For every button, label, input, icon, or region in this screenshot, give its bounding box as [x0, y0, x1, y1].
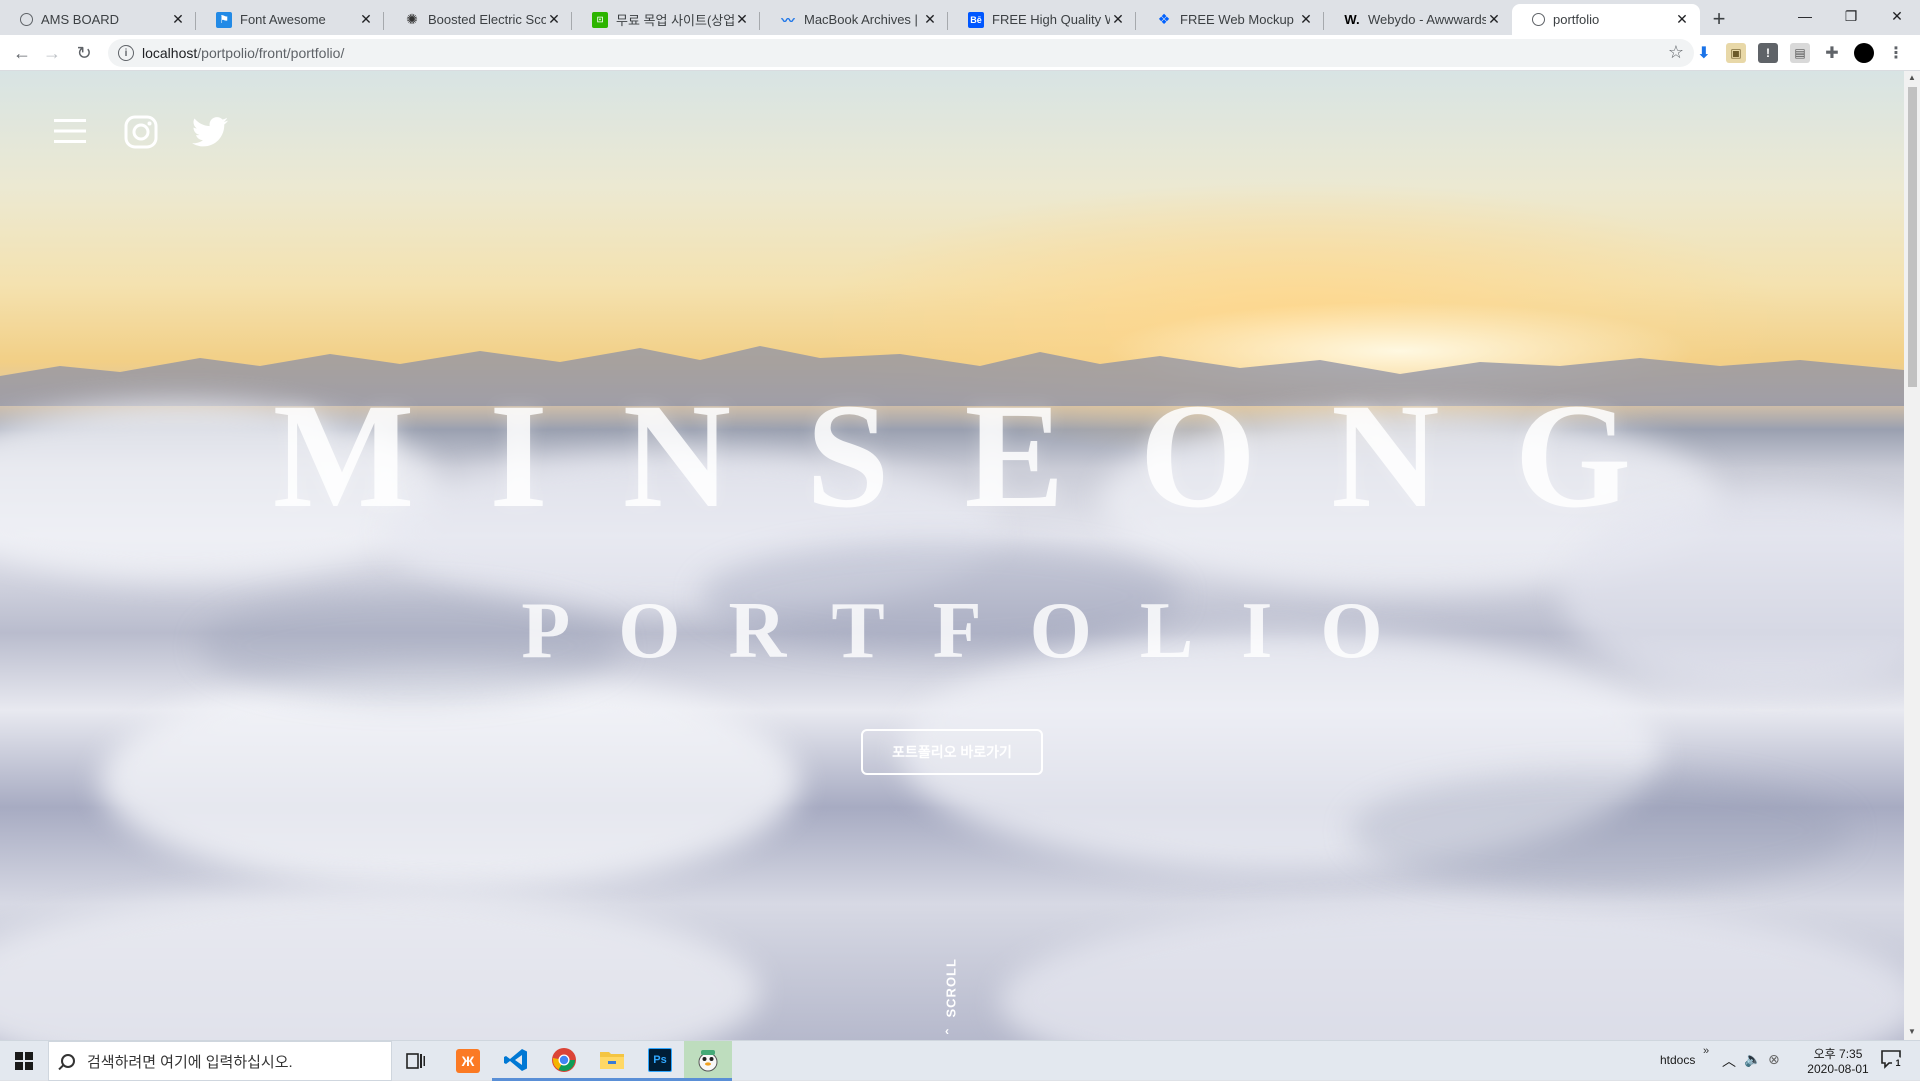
app-mascot-icon[interactable]	[684, 1041, 732, 1081]
tray-overflow-chevron-icon[interactable]: »	[1703, 1045, 1709, 1057]
back-button[interactable]: ←	[8, 39, 36, 67]
tab-title: MacBook Archives | Pa	[804, 12, 922, 27]
file-explorer-icon[interactable]	[588, 1041, 636, 1081]
browser-tabstrip: AMS BOARD ✕ ⚑ Font Awesome ✕ ✺ Boosted E…	[0, 0, 1920, 35]
tray-chevron-up-icon[interactable]: ︿	[1722, 1051, 1736, 1071]
tab-boosted[interactable]: ✺ Boosted Electric Scooters ✕	[384, 4, 572, 35]
info-extension-icon[interactable]: !	[1758, 43, 1778, 63]
tab-title: Webydo - Awwwards	[1368, 12, 1486, 27]
scrollbar-thumb[interactable]	[1908, 87, 1917, 387]
close-window-button[interactable]: ✕	[1874, 0, 1920, 32]
twitter-icon[interactable]	[190, 113, 230, 151]
network-disconnected-icon[interactable]: ⊗	[1768, 1051, 1780, 1068]
vscode-icon[interactable]	[492, 1041, 540, 1081]
photoshop-icon[interactable]: Ps	[636, 1041, 684, 1081]
tab-ams-board[interactable]: AMS BOARD ✕	[0, 4, 196, 35]
maximize-button[interactable]: ❐	[1828, 0, 1874, 32]
close-icon[interactable]: ✕	[734, 11, 750, 28]
cloud-shape	[100, 671, 800, 891]
screenshot-extension-icon[interactable]: ▤	[1790, 43, 1810, 63]
close-icon[interactable]: ✕	[1486, 11, 1502, 28]
minimize-button[interactable]: —	[1782, 0, 1828, 32]
cloud-shape	[1000, 901, 1904, 1040]
close-icon[interactable]: ✕	[170, 11, 186, 28]
tab-portfolio[interactable]: portfolio ✕	[1512, 4, 1700, 35]
scroll-label: SCROLL	[943, 958, 959, 1018]
forward-button[interactable]: →	[38, 39, 66, 67]
url-host: localhost	[142, 45, 198, 61]
boosted-logo-icon: ✺	[406, 11, 418, 27]
search-placeholder: 검색하려면 여기에 입력하십시오.	[87, 1053, 293, 1071]
close-icon[interactable]: ✕	[358, 11, 374, 28]
windows-logo-icon	[15, 1052, 33, 1070]
info-icon[interactable]: i	[118, 45, 134, 61]
page-hero: MINSEONG PORTFOLIO 포트폴리오 바로가기 SCROLL ‹	[0, 71, 1904, 1040]
notification-badge: 1	[1892, 1057, 1904, 1069]
w-logo-icon: W.	[1344, 12, 1360, 27]
windows-start-button[interactable]	[0, 1041, 48, 1081]
browser-toolbar: ← → ↻ i localhost/portpolio/front/portfo…	[0, 35, 1920, 71]
reload-button[interactable]: ↻	[70, 39, 98, 67]
globe-icon	[1532, 13, 1545, 26]
url-text: localhost/portpolio/front/portfolio/	[142, 45, 344, 61]
close-icon[interactable]: ✕	[922, 11, 938, 28]
page-scrollbar[interactable]: ▲ ▼	[1904, 71, 1920, 1040]
cloud-shadow	[1350, 771, 1850, 891]
volume-icon[interactable]: 🔈	[1744, 1051, 1761, 1068]
url-path: /portpolio/front/portfolio/	[197, 45, 345, 61]
tab-webydo[interactable]: W. Webydo - Awwwards ✕	[1324, 4, 1512, 35]
dropbox-icon: ❖	[1157, 11, 1171, 27]
hamburger-menu-icon[interactable]	[52, 113, 88, 149]
windows-taskbar: 검색하려면 여기에 입력하십시오. Ж Ps » htdocs ︿ 🔈 ⊗ 오후…	[0, 1040, 1920, 1081]
close-icon[interactable]: ✕	[1110, 11, 1126, 28]
tab-title: Font Awesome	[240, 12, 326, 27]
address-bar[interactable]: i localhost/portpolio/front/portfolio/ ☆	[108, 39, 1694, 67]
xampp-icon[interactable]: Ж	[444, 1041, 492, 1081]
menu-kebab-icon[interactable]: ⋮	[1886, 43, 1906, 63]
tab-title: FREE High Quality Web	[992, 12, 1110, 27]
close-icon[interactable]: ✕	[1298, 11, 1314, 28]
download-extension-icon[interactable]: ⬇	[1694, 43, 1714, 63]
instagram-icon[interactable]	[122, 113, 160, 151]
green-badge-icon: ⊡	[592, 11, 608, 28]
cloud-shape	[0, 891, 760, 1040]
behance-icon: Bē	[968, 11, 984, 28]
chrome-icon[interactable]	[540, 1041, 588, 1081]
puzzle-extensions-icon[interactable]: ✚	[1822, 43, 1842, 63]
close-icon[interactable]: ✕	[546, 11, 562, 28]
tab-title: AMS BOARD	[41, 12, 120, 27]
page-subtitle: PORTFOLIO	[521, 587, 1431, 675]
image-extension-icon[interactable]: ▣	[1726, 43, 1746, 63]
chevron-down-icon: ‹	[945, 1024, 949, 1038]
scroll-down-arrow-icon[interactable]: ▼	[1908, 1027, 1916, 1036]
tab-title: 무료 목업 사이트(상업	[616, 13, 734, 28]
portfolio-link-button[interactable]: 포트폴리오 바로가기	[861, 729, 1043, 775]
taskbar-search-box[interactable]: 검색하려면 여기에 입력하십시오.	[48, 1041, 392, 1081]
tab-dropbox[interactable]: ❖ FREE Web Mockup by ✕	[1136, 4, 1324, 35]
tab-mockup-site[interactable]: ⊡ 무료 목업 사이트(상업 ✕	[572, 4, 760, 35]
tab-font-awesome[interactable]: ⚑ Font Awesome ✕	[196, 4, 384, 35]
clock-date[interactable]: 2020-08-01	[1793, 1062, 1883, 1076]
tab-macbook-archives[interactable]: 〰 MacBook Archives | Pa ✕	[760, 4, 948, 35]
page-title: MINSEONG	[272, 373, 1707, 539]
tray-folder-label[interactable]: htdocs	[1660, 1053, 1695, 1067]
scroll-up-arrow-icon[interactable]: ▲	[1908, 73, 1916, 82]
close-icon[interactable]: ✕	[1674, 11, 1690, 28]
scroll-indicator[interactable]: SCROLL ‹	[933, 956, 969, 1038]
new-tab-button[interactable]: +	[1706, 6, 1732, 32]
wave-logo-icon: 〰	[781, 13, 795, 28]
clock-time[interactable]: 오후 7:35	[1798, 1045, 1878, 1062]
tab-title: FREE Web Mockup by	[1180, 12, 1298, 27]
font-awesome-flag-icon: ⚑	[216, 11, 232, 28]
tab-title: portfolio	[1553, 12, 1600, 27]
avatar[interactable]	[1854, 43, 1874, 63]
bookmark-star-icon[interactable]: ☆	[1668, 42, 1684, 63]
search-icon	[61, 1054, 75, 1068]
task-view-icon[interactable]	[392, 1041, 440, 1081]
globe-icon	[20, 13, 33, 26]
notification-center-icon[interactable]: 1	[1880, 1049, 1904, 1071]
tab-behance[interactable]: Bē FREE High Quality Web ✕	[948, 4, 1136, 35]
tab-title: Boosted Electric Scooters	[428, 12, 546, 27]
